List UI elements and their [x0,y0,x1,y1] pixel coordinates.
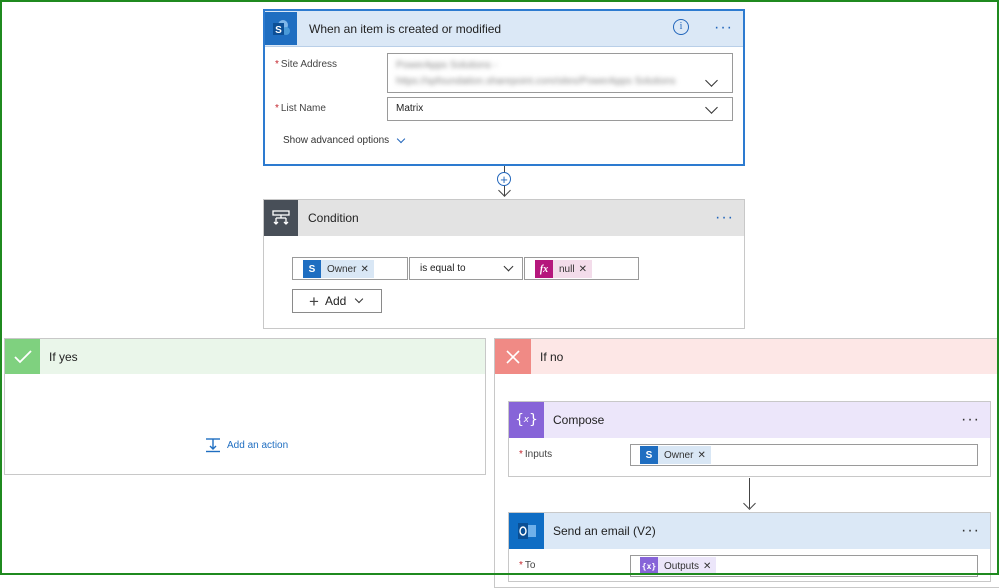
condition-card: Condition ··· S Owner ✕ is equal to fx n… [263,199,745,329]
operator-dropdown[interactable]: is equal to [409,257,523,280]
condition-icon [264,200,298,236]
condition-right-operand[interactable]: fx null ✕ [524,257,639,280]
compose-header[interactable]: {x} Compose ··· [509,402,990,438]
if-no-title: If no [540,349,564,364]
remove-token-icon[interactable]: ✕ [697,450,710,461]
svg-text:S: S [275,25,282,36]
compose-title: Compose [553,413,605,427]
email-to-field[interactable]: {x} Outputs ✕ [630,555,978,577]
outputs-token[interactable]: {x} Outputs ✕ [640,557,717,575]
more-options-icon[interactable]: ··· [714,20,733,36]
trigger-title: When an item is created or modified [309,21,502,36]
sharepoint-icon: S [640,446,658,464]
site-address-value: PowerApps Solutions - https://spfoundati… [396,60,676,87]
add-action-link[interactable]: Add an action [205,437,288,453]
more-options-icon[interactable]: ··· [715,210,734,226]
compose-icon: {x} [640,557,658,575]
close-icon [495,339,531,374]
list-name-value: Matrix [396,103,424,114]
outlook-icon [509,513,544,549]
add-action-icon [206,438,220,453]
chevron-down-icon [705,74,718,87]
remove-token-icon[interactable]: ✕ [360,264,373,275]
if-no-header[interactable]: If no [495,339,999,374]
compose-inputs-field[interactable]: S Owner ✕ [630,444,978,466]
sharepoint-icon: S [303,260,321,278]
remove-token-icon[interactable]: ✕ [579,264,592,275]
condition-left-operand[interactable]: S Owner ✕ [292,257,408,280]
send-email-header[interactable]: Send an email (V2) ··· [509,513,990,549]
site-address-dropdown[interactable]: PowerApps Solutions - https://spfoundati… [387,53,733,93]
sharepoint-icon: S [265,12,297,45]
operator-value: is equal to [420,263,466,274]
more-options-icon[interactable]: ··· [961,412,980,428]
compose-card: {x} Compose ··· * Inputs S Owner ✕ [508,401,991,477]
to-label: * To [519,560,536,571]
if-yes-title: If yes [49,349,78,364]
show-advanced-options[interactable]: Show advanced options [283,134,406,146]
if-yes-header[interactable]: If yes [5,339,485,374]
add-row-button[interactable]: + Add [292,289,382,313]
condition-header[interactable]: Condition ··· [264,200,744,236]
more-options-icon[interactable]: ··· [961,523,980,539]
remove-token-icon[interactable]: ✕ [703,561,716,572]
compose-icon: {x} [509,402,544,438]
site-address-label: * Site Address [275,59,338,70]
info-icon[interactable]: i [673,19,689,35]
inputs-label: * Inputs [519,449,553,460]
send-email-card: Send an email (V2) ··· * To {x} Outputs ✕ [508,512,991,582]
list-name-label: * List Name [275,103,326,114]
chevron-down-icon [396,134,406,143]
check-icon [5,339,40,374]
owner-token[interactable]: S Owner ✕ [303,260,374,278]
chevron-down-icon [355,294,364,304]
fx-icon: fx [535,260,553,278]
plus-icon: + [309,291,319,311]
send-email-title: Send an email (V2) [553,524,656,538]
list-name-dropdown[interactable]: Matrix [387,97,733,121]
trigger-card: S When an item is created or modified i … [263,9,745,166]
null-token[interactable]: fx null ✕ [535,260,592,278]
chevron-down-icon [503,261,514,272]
trigger-header[interactable]: S When an item is created or modified i … [265,11,743,47]
condition-title: Condition [308,211,359,225]
owner-token[interactable]: S Owner ✕ [640,446,711,464]
if-yes-branch: If yes Add an action [4,338,486,475]
chevron-down-icon [705,101,718,114]
